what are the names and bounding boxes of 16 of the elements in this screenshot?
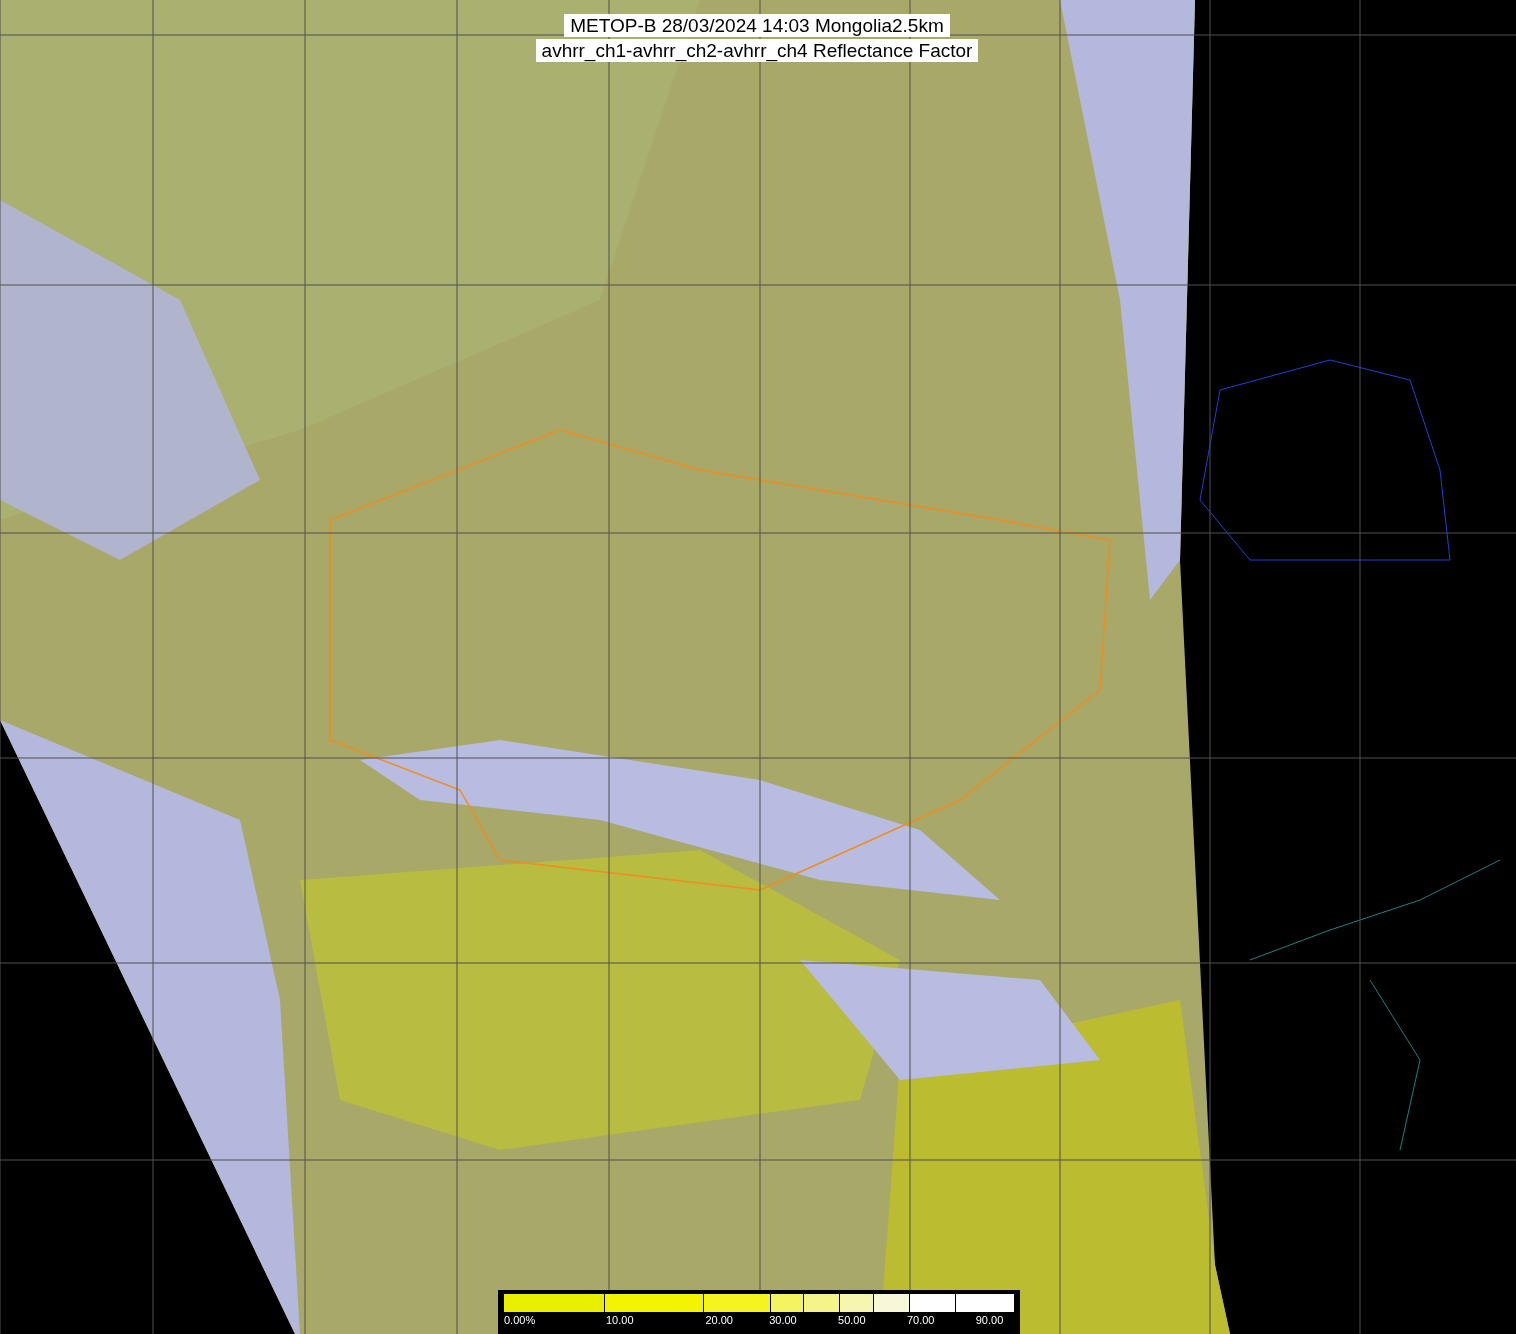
- colorbar-swatch: [910, 1294, 956, 1312]
- colorbar-swatch: [840, 1294, 873, 1312]
- colorbar-swatch: [873, 1294, 910, 1312]
- colorbar-swatch: [704, 1294, 770, 1312]
- map-subtitle: avhrr_ch1-avhrr_ch2-avhrr_ch4 Reflectance Factor: [535, 39, 979, 62]
- map-title: METOP-B 28/03/2024 14:03 Mongolia2.5km: [564, 14, 950, 37]
- colorbar-label: 50.00: [838, 1314, 866, 1326]
- colorbar-swatch: [956, 1294, 1014, 1312]
- colorbar-label: 90.00: [975, 1314, 1004, 1326]
- colorbar-swatch: [804, 1294, 840, 1312]
- colorbar-label: 30.00: [769, 1314, 797, 1326]
- colorbar-label: 0.00%: [504, 1314, 536, 1326]
- colorbar-swatch: [770, 1294, 804, 1312]
- colorbar-label: 10.00: [606, 1314, 634, 1326]
- colorbar-label: 20.00: [705, 1314, 733, 1326]
- colorbar-label: 70.00: [906, 1314, 935, 1326]
